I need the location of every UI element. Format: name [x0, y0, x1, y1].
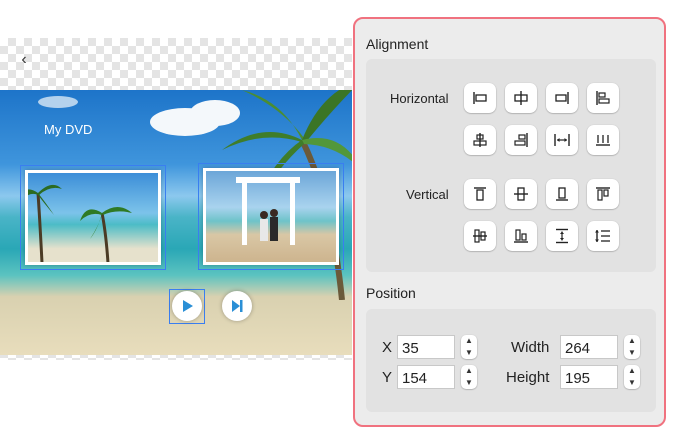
inspector-panel: Alignment Horizontal Vertical Position X…	[353, 17, 666, 427]
vertical-label: Vertical	[406, 187, 449, 202]
distribute-vertical-icon	[556, 228, 568, 244]
distribute-vertical-button[interactable]	[546, 221, 578, 251]
palm-trees-graphic	[28, 184, 132, 262]
stepper-up-icon[interactable]: ▲	[461, 335, 477, 347]
align-top-edge-icon	[474, 187, 486, 201]
distribute-spacing-vertical-icon	[595, 230, 610, 242]
stepper-up-icon[interactable]: ▲	[624, 335, 640, 347]
align-center-vertical-icon	[514, 187, 528, 201]
menu-title[interactable]: My DVD	[44, 122, 92, 137]
position-group: X ▲▼ Y ▲▼ Width ▲▼ Height ▲▼	[366, 309, 656, 412]
back-chevron-icon[interactable]: ‹	[14, 50, 34, 70]
horizontal-label: Horizontal	[390, 91, 449, 106]
distribute-horizontal-icon	[554, 134, 570, 146]
align-center-stack-button[interactable]	[464, 125, 496, 155]
distribute-vertical-spacing-button[interactable]	[587, 221, 619, 251]
align-left-edge-icon	[473, 92, 487, 104]
width-input[interactable]	[560, 335, 618, 359]
align-left-stack-button[interactable]	[587, 83, 619, 113]
stepper-down-icon[interactable]: ▼	[461, 347, 477, 359]
align-center-horizontal-icon	[514, 91, 528, 105]
stepper-down-icon[interactable]: ▼	[624, 377, 640, 389]
height-label: Height	[506, 369, 550, 386]
align-top-button[interactable]	[464, 179, 496, 209]
align-top-stack-button[interactable]	[587, 179, 619, 209]
position-section-title: Position	[366, 285, 416, 301]
height-input[interactable]	[560, 365, 618, 389]
stepper-down-icon[interactable]: ▼	[624, 347, 640, 359]
y-label: Y	[382, 369, 393, 386]
next-chapter-button[interactable]	[222, 291, 252, 321]
width-label: Width	[511, 339, 550, 356]
align-top-stacked-icon	[596, 187, 610, 201]
stepper-down-icon[interactable]: ▼	[461, 377, 477, 389]
width-stepper[interactable]: ▲ ▼	[624, 335, 640, 359]
x-label: X	[382, 339, 393, 356]
align-right-stacked-icon	[514, 133, 528, 147]
align-bottom-edge-icon	[556, 187, 568, 201]
thumbnail-button-1[interactable]	[20, 165, 166, 270]
skip-next-icon	[232, 300, 243, 312]
align-right-stack-button[interactable]	[505, 125, 537, 155]
stepper-up-icon[interactable]: ▲	[461, 365, 477, 377]
y-stepper[interactable]: ▲ ▼	[461, 365, 477, 389]
align-center-stacked-icon	[473, 133, 487, 147]
distribute-horizontal-button[interactable]	[546, 125, 578, 155]
align-middle-stacked-icon	[473, 229, 487, 243]
align-middle-stack-button[interactable]	[464, 221, 496, 251]
x-input[interactable]	[397, 335, 455, 359]
x-stepper[interactable]: ▲ ▼	[461, 335, 477, 359]
align-bottom-button[interactable]	[546, 179, 578, 209]
dvd-menu-preview[interactable]: My DVD	[0, 90, 352, 355]
height-stepper[interactable]: ▲ ▼	[624, 365, 640, 389]
thumbnail-button-2[interactable]	[198, 163, 344, 270]
y-input[interactable]	[397, 365, 455, 389]
align-bottom-stacked-icon	[514, 229, 528, 243]
align-bottom-stack-button[interactable]	[505, 221, 537, 251]
distribute-horizontal-spacing-button[interactable]	[587, 125, 619, 155]
play-button[interactable]	[172, 291, 202, 321]
play-icon	[183, 300, 193, 312]
swing-couple-graphic	[236, 177, 300, 245]
distribute-spacing-horizontal-icon	[596, 135, 610, 146]
align-left-stacked-icon	[596, 91, 610, 105]
alignment-group: Horizontal Vertical	[366, 59, 656, 272]
thumbnail-image-couple-swing	[203, 168, 339, 265]
align-right-button[interactable]	[546, 83, 578, 113]
thumbnail-image-beach-palms	[25, 170, 161, 265]
cloud-shape	[38, 96, 78, 108]
align-middle-vertical-button[interactable]	[505, 179, 537, 209]
alignment-section-title: Alignment	[366, 36, 429, 52]
stepper-up-icon[interactable]: ▲	[624, 365, 640, 377]
align-center-horizontal-button[interactable]	[505, 83, 537, 113]
align-left-button[interactable]	[464, 83, 496, 113]
align-right-edge-icon	[555, 92, 569, 104]
